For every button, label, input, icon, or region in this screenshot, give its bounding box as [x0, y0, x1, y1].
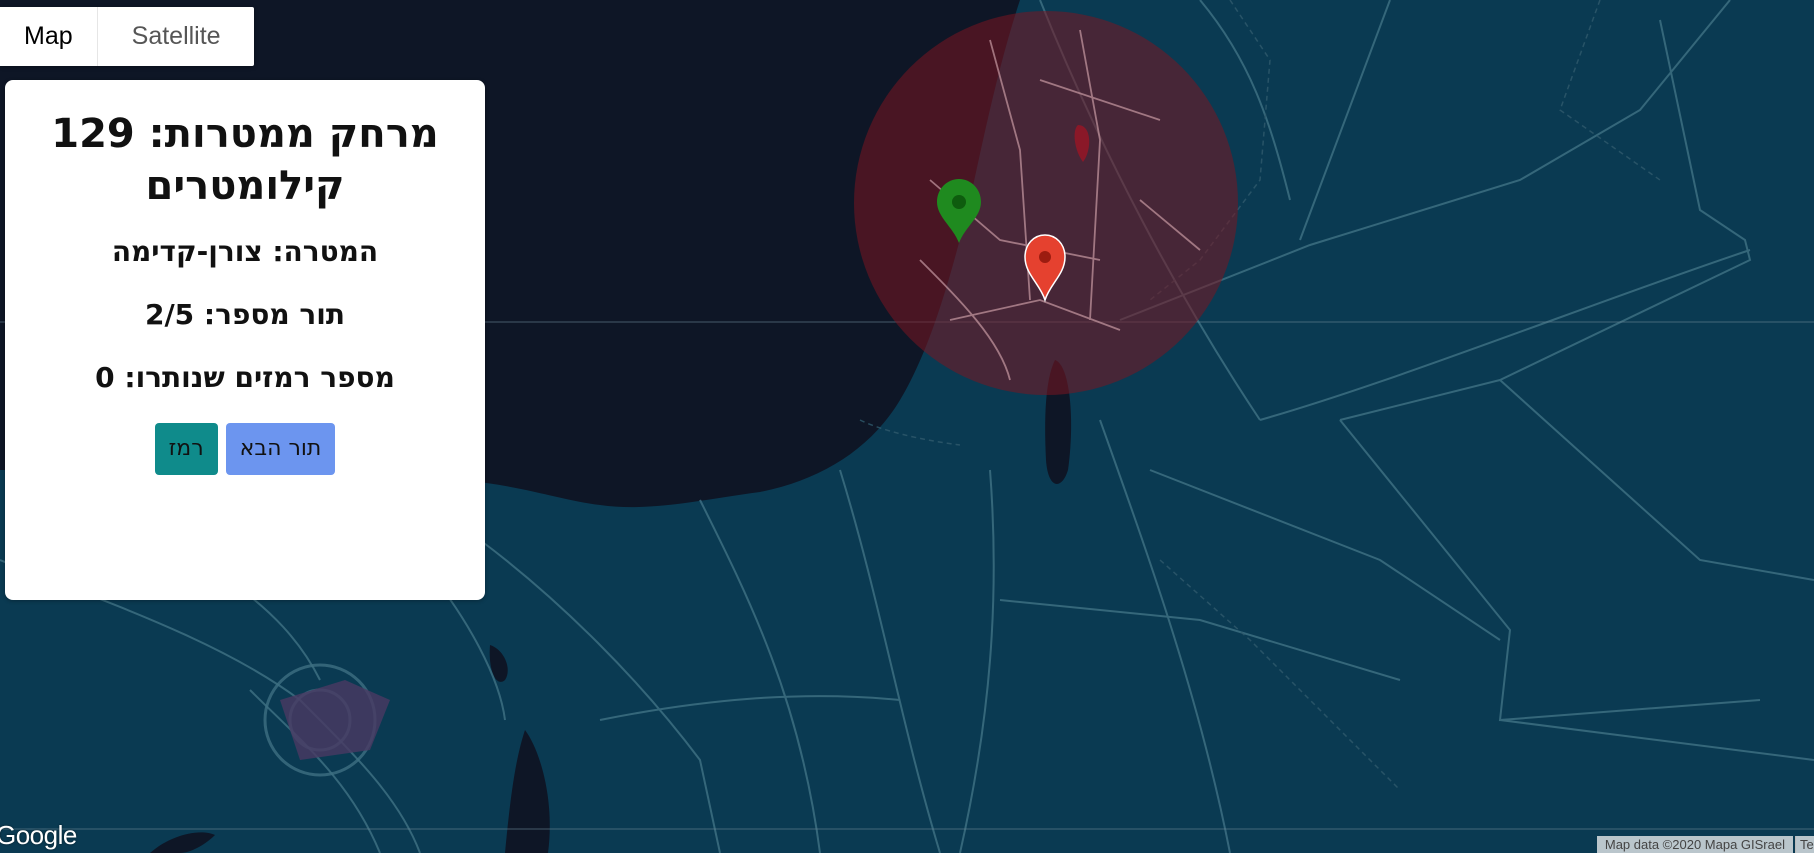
- distance-title: מרחק ממטרות: 129 קילומטרים: [51, 111, 439, 209]
- game-info-panel: מרחק ממטרות: 129 קילומטרים המטרה: צורן-ק…: [5, 80, 485, 600]
- panel-actions: רמז תור הבא: [35, 423, 455, 475]
- map-type-control: Map Satellite: [0, 7, 254, 66]
- map-type-satellite-button[interactable]: Satellite: [96, 7, 254, 66]
- target-area-circle: [854, 11, 1238, 395]
- hints-remaining: מספר רמזים שנותרו: 0: [95, 361, 395, 394]
- map-data-attribution[interactable]: Map data ©2020 Mapa GISrael: [1596, 836, 1793, 853]
- round-counter: תור מספר: 2/5: [144, 298, 346, 331]
- target-name: המטרה: צורן-קדימה: [111, 235, 379, 268]
- hint-button[interactable]: רמז: [154, 423, 218, 475]
- next-round-button[interactable]: תור הבא: [225, 423, 336, 475]
- map-type-map-button[interactable]: Map: [0, 7, 97, 66]
- terms-link[interactable]: Terms: [1795, 836, 1814, 853]
- map-view[interactable]: Map Satellite מרחק ממטרות: 129 קילומטרים…: [0, 0, 1814, 853]
- google-logo[interactable]: Google: [0, 820, 77, 851]
